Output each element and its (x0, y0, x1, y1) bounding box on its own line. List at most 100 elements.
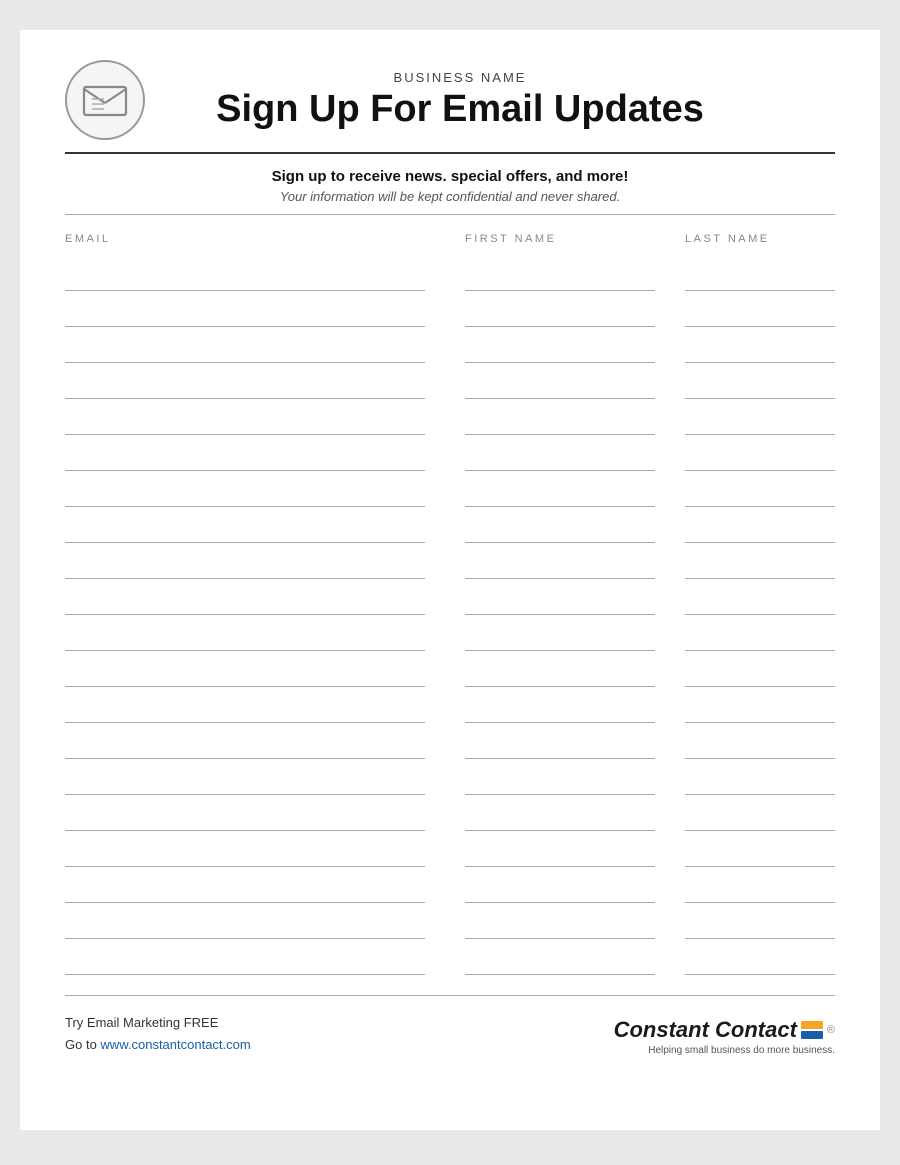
table-row[interactable] (65, 543, 835, 579)
email-field[interactable] (65, 803, 425, 831)
table-row[interactable] (65, 651, 835, 687)
email-field[interactable] (65, 623, 425, 651)
cc-tagline: Helping small business do more business. (648, 1045, 835, 1056)
lastname-field[interactable] (685, 479, 835, 507)
email-field[interactable] (65, 767, 425, 795)
table-row[interactable] (65, 795, 835, 831)
table-row[interactable] (65, 831, 835, 867)
table-row[interactable] (65, 759, 835, 795)
table-row[interactable] (65, 507, 835, 543)
lastname-field[interactable] (685, 587, 835, 615)
main-title: Sign Up For Email Updates (165, 89, 755, 131)
envelope-icon (82, 81, 128, 119)
table-row[interactable] (65, 399, 835, 435)
email-field[interactable] (65, 263, 425, 291)
table-row[interactable] (65, 723, 835, 759)
email-field[interactable] (65, 515, 425, 543)
firstname-field[interactable] (465, 695, 655, 723)
firstname-field[interactable] (465, 551, 655, 579)
footer-line2: Go to www.constantcontact.com (65, 1034, 251, 1056)
firstname-field[interactable] (465, 479, 655, 507)
email-field[interactable] (65, 731, 425, 759)
firstname-field[interactable] (465, 911, 655, 939)
lastname-field[interactable] (685, 731, 835, 759)
logo-circle (65, 60, 145, 140)
email-field[interactable] (65, 551, 425, 579)
firstname-field[interactable] (465, 803, 655, 831)
firstname-field[interactable] (465, 623, 655, 651)
firstname-field[interactable] (465, 515, 655, 543)
business-name: BUSINESS NAME (165, 70, 755, 85)
firstname-field[interactable] (465, 371, 655, 399)
table-row[interactable] (65, 255, 835, 291)
lastname-field[interactable] (685, 875, 835, 903)
table-row[interactable] (65, 291, 835, 327)
lastname-field[interactable] (685, 335, 835, 363)
table-row[interactable] (65, 363, 835, 399)
firstname-field[interactable] (465, 407, 655, 435)
lastname-field[interactable] (685, 659, 835, 687)
firstname-field[interactable] (465, 443, 655, 471)
header-text: BUSINESS NAME Sign Up For Email Updates (165, 70, 835, 131)
table-row[interactable] (65, 939, 835, 975)
footer-left: Try Email Marketing FREE Go to www.const… (65, 1012, 251, 1056)
table-row[interactable] (65, 435, 835, 471)
lastname-column-header: LAST NAME (685, 233, 835, 251)
email-field[interactable] (65, 875, 425, 903)
lastname-field[interactable] (685, 443, 835, 471)
firstname-field[interactable] (465, 875, 655, 903)
table-row[interactable] (65, 615, 835, 651)
firstname-field[interactable] (465, 947, 655, 975)
email-field[interactable] (65, 407, 425, 435)
table-row[interactable] (65, 579, 835, 615)
lastname-field[interactable] (685, 407, 835, 435)
lastname-field[interactable] (685, 695, 835, 723)
email-field[interactable] (65, 335, 425, 363)
lastname-field[interactable] (685, 767, 835, 795)
email-field[interactable] (65, 443, 425, 471)
lastname-field[interactable] (685, 371, 835, 399)
email-field[interactable] (65, 839, 425, 867)
email-field[interactable] (65, 299, 425, 327)
email-field[interactable] (65, 911, 425, 939)
cc-name: Constant Contact (614, 1017, 797, 1042)
firstname-field[interactable] (465, 767, 655, 795)
firstname-field[interactable] (465, 263, 655, 291)
email-field[interactable] (65, 695, 425, 723)
lastname-field[interactable] (685, 839, 835, 867)
firstname-field[interactable] (465, 335, 655, 363)
email-field[interactable] (65, 947, 425, 975)
table-row[interactable] (65, 471, 835, 507)
footer: Try Email Marketing FREE Go to www.const… (65, 995, 835, 1056)
lastname-field[interactable] (685, 263, 835, 291)
email-field[interactable] (65, 371, 425, 399)
firstname-field[interactable] (465, 731, 655, 759)
form-rows (65, 255, 835, 975)
firstname-field[interactable] (465, 839, 655, 867)
firstname-column-header: FIRST NAME (465, 233, 655, 251)
lastname-field[interactable] (685, 803, 835, 831)
table-row[interactable] (65, 687, 835, 723)
firstname-field[interactable] (465, 299, 655, 327)
table-row[interactable] (65, 327, 835, 363)
table-row[interactable] (65, 867, 835, 903)
table-row[interactable] (65, 903, 835, 939)
footer-link[interactable]: www.constantcontact.com (100, 1037, 250, 1052)
lastname-field[interactable] (685, 947, 835, 975)
lastname-field[interactable] (685, 623, 835, 651)
email-field[interactable] (65, 479, 425, 507)
email-field[interactable] (65, 659, 425, 687)
firstname-field[interactable] (465, 659, 655, 687)
lastname-field[interactable] (685, 299, 835, 327)
cc-registered: ® (827, 1024, 835, 1036)
footer-line1: Try Email Marketing FREE (65, 1012, 251, 1034)
lastname-field[interactable] (685, 911, 835, 939)
cc-logo: Constant Contact ® (614, 1017, 835, 1043)
email-field[interactable] (65, 587, 425, 615)
column-headers: EMAIL FIRST NAME LAST NAME (65, 233, 835, 251)
footer-go-to: Go to (65, 1037, 100, 1052)
lastname-field[interactable] (685, 551, 835, 579)
subheader-sub-text: Your information will be kept confidenti… (65, 189, 835, 204)
lastname-field[interactable] (685, 515, 835, 543)
firstname-field[interactable] (465, 587, 655, 615)
